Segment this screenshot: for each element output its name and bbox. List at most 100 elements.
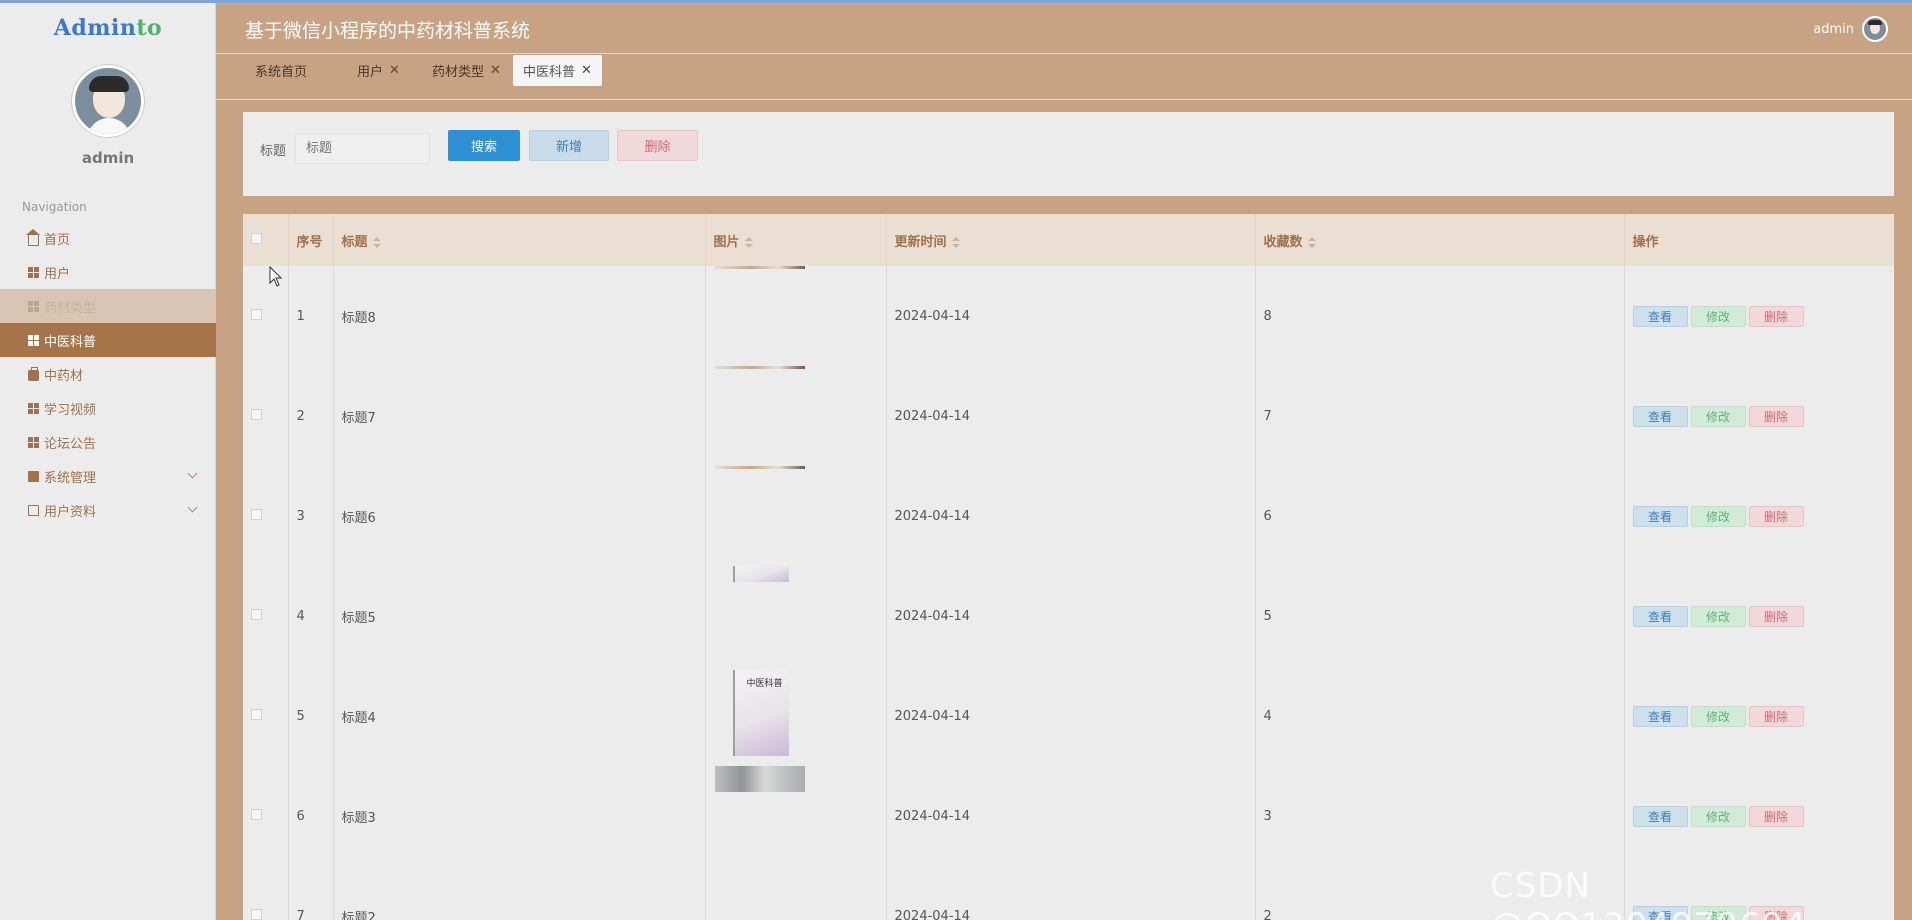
row-checkbox[interactable]: [251, 708, 262, 720]
cell-updated: 2024-04-14: [886, 266, 1256, 366]
tab-users[interactable]: 用户 ✕: [347, 55, 410, 86]
sidebar-item-home[interactable]: 首页: [0, 221, 216, 255]
cell-image: [705, 566, 887, 666]
thumbnail-image[interactable]: [714, 766, 805, 792]
cell-image: [705, 366, 887, 466]
tab-home[interactable]: 系统首页: [245, 55, 317, 86]
sidebar-item-label: 论坛公告: [44, 436, 97, 452]
column-label: 标题: [341, 234, 368, 250]
row-checkbox[interactable]: [251, 508, 262, 520]
search-button[interactable]: 搜索: [448, 130, 520, 161]
brand-logo[interactable]: Adminto: [0, 15, 216, 41]
edit-button[interactable]: 修改: [1690, 505, 1746, 527]
tab-herb-types[interactable]: 药材类型 ✕: [422, 55, 511, 86]
cell-title: 标题4: [333, 666, 706, 766]
bulk-delete-button[interactable]: 删除: [617, 130, 698, 161]
edit-button[interactable]: 修改: [1690, 805, 1746, 827]
row-checkbox[interactable]: [251, 308, 262, 320]
close-icon[interactable]: ✕: [389, 63, 400, 78]
edit-button[interactable]: 修改: [1690, 405, 1746, 427]
delete-button[interactable]: 删除: [1748, 405, 1804, 427]
sort-icon[interactable]: [372, 236, 381, 248]
sidebar-item-users[interactable]: 用户: [0, 255, 216, 289]
column-header-title[interactable]: 标题: [333, 214, 706, 266]
sidebar-item-label: 学习视频: [44, 402, 97, 418]
avatar[interactable]: [72, 65, 144, 137]
close-icon[interactable]: ✕: [490, 63, 501, 78]
cell-title: 标题7: [333, 366, 706, 466]
view-button[interactable]: 查看: [1632, 305, 1688, 327]
sidebar-item-label: 首页: [44, 232, 71, 248]
edit-button[interactable]: 修改: [1690, 605, 1746, 627]
sidebar-item-profile[interactable]: 用户资料: [0, 493, 216, 527]
close-icon[interactable]: ✕: [581, 63, 592, 78]
view-button[interactable]: 查看: [1632, 505, 1688, 527]
row-checkbox-cell: [243, 666, 289, 766]
view-button[interactable]: 查看: [1632, 605, 1688, 627]
thumbnail-image[interactable]: [714, 266, 805, 269]
view-button[interactable]: 查看: [1632, 805, 1688, 827]
tab-tcm-science[interactable]: 中医科普 ✕: [513, 55, 602, 86]
brand-logo-accent: to: [136, 15, 163, 41]
delete-button[interactable]: 删除: [1748, 305, 1804, 327]
sidebar-item-forum[interactable]: 论坛公告: [0, 425, 216, 459]
nav-list: 首页 用户 药材类型 中医科普 中药材 学习视频 论坛公告 系统管理 用户资料: [0, 221, 216, 527]
column-header-actions: 操作: [1624, 214, 1894, 266]
box-icon: [28, 504, 39, 516]
sidebar-item-herbs[interactable]: 中药材: [0, 357, 216, 391]
sort-icon[interactable]: [951, 236, 960, 248]
sort-icon[interactable]: [744, 236, 753, 248]
row-checkbox[interactable]: [251, 808, 262, 820]
sidebar-item-herb-types[interactable]: 药材类型: [0, 289, 216, 323]
edit-button[interactable]: 修改: [1690, 305, 1746, 327]
cell-favorites: 3: [1255, 766, 1625, 866]
delete-button[interactable]: 删除: [1748, 705, 1804, 727]
row-checkbox[interactable]: [251, 908, 262, 920]
cell-image: [705, 466, 887, 566]
delete-button[interactable]: 删除: [1748, 805, 1804, 827]
cell-title: 标题2: [333, 866, 706, 920]
add-button[interactable]: 新增: [529, 130, 609, 161]
column-header-favorites[interactable]: 收藏数: [1255, 214, 1625, 266]
sidebar-item-label: 中医科普: [44, 334, 97, 350]
delete-button[interactable]: 删除: [1748, 505, 1804, 527]
row-checkbox[interactable]: [251, 408, 262, 420]
table-header-row: 序号 标题 图片 更新时间 收藏数 操作: [243, 214, 1894, 266]
header-user-menu[interactable]: admin: [1813, 16, 1888, 42]
cell-image: [705, 866, 887, 920]
thumbnail-image[interactable]: [732, 566, 789, 582]
sidebar-item-tcm-science[interactable]: 中医科普: [0, 323, 216, 357]
avatar[interactable]: [1862, 16, 1888, 42]
sidebar-item-label: 药材类型: [44, 300, 97, 316]
sidebar-item-system[interactable]: 系统管理: [0, 459, 216, 493]
delete-button[interactable]: 删除: [1748, 605, 1804, 627]
column-label: 序号: [296, 234, 323, 250]
row-checkbox-cell: [243, 366, 289, 466]
thumbnail-image[interactable]: 中医科普: [732, 670, 789, 756]
cell-title: 标题6: [333, 466, 706, 566]
select-all-checkbox[interactable]: [251, 232, 262, 244]
cell-image: [705, 266, 887, 366]
column-header-no: 序号: [288, 214, 334, 266]
search-input[interactable]: [295, 133, 430, 164]
nav-heading: Navigation: [22, 200, 87, 214]
grid-icon: [28, 436, 39, 448]
sidebar-item-videos[interactable]: 学习视频: [0, 391, 216, 425]
cell-favorites: 4: [1255, 666, 1625, 766]
view-button[interactable]: 查看: [1632, 705, 1688, 727]
view-button[interactable]: 查看: [1632, 405, 1688, 427]
row-checkbox[interactable]: [251, 608, 262, 620]
edit-button[interactable]: 修改: [1690, 705, 1746, 727]
column-header-image[interactable]: 图片: [705, 214, 887, 266]
thumbnail-image[interactable]: [714, 466, 805, 469]
data-table: 序号 标题 图片 更新时间 收藏数 操作 1 标题8 2024-04-14 8 …: [243, 214, 1894, 920]
cell-actions: 查看 修改 删除: [1624, 366, 1894, 466]
bag-icon: [28, 366, 39, 381]
sidebar-item-label: 系统管理: [44, 470, 97, 486]
column-label: 更新时间: [894, 234, 947, 250]
cell-favorites: 8: [1255, 266, 1625, 366]
thumbnail-image[interactable]: [714, 366, 805, 369]
column-header-updated[interactable]: 更新时间: [886, 214, 1256, 266]
sort-icon[interactable]: [1307, 236, 1316, 248]
cell-actions: 查看 修改 删除: [1624, 666, 1894, 766]
